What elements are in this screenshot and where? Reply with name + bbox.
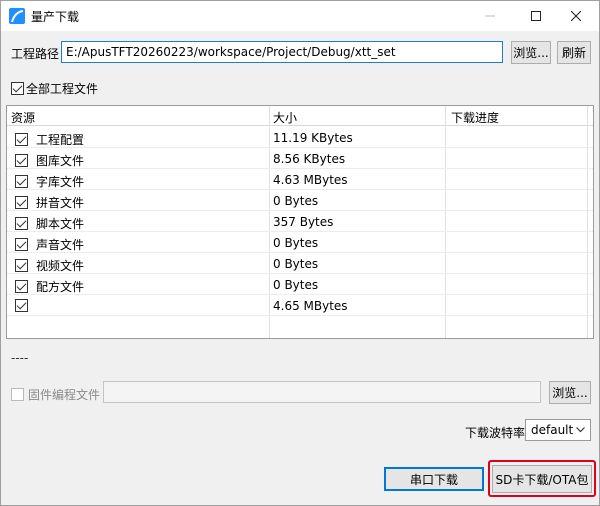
sd-card-download-button[interactable]: SD卡下载/OTA包 [492, 465, 592, 493]
row-check-icon[interactable] [15, 238, 28, 251]
resource-size: 0 Bytes [273, 278, 319, 292]
resource-size: 11.19 KBytes [273, 131, 353, 145]
project-browse-button[interactable]: 浏览... [511, 41, 551, 64]
row-check-icon[interactable] [15, 154, 28, 167]
resource-name: 图库文件 [36, 154, 85, 168]
table-row[interactable]: 4.65 MBytes [7, 295, 593, 316]
status-text: ---- [11, 351, 29, 365]
firmware-check-icon [11, 388, 24, 401]
all-files-label: 全部工程文件 [26, 82, 99, 96]
window-title: 量产下载 [31, 10, 80, 24]
chevron-down-icon [576, 427, 585, 433]
serial-download-button[interactable]: 串口下载 [384, 467, 484, 491]
table-row[interactable]: 配方文件 0 Bytes [7, 274, 593, 295]
table-row[interactable]: 工程配置 11.19 KBytes [7, 127, 593, 148]
baud-rate-select[interactable]: default [525, 419, 591, 441]
row-check-icon[interactable] [15, 133, 28, 146]
resource-size: 8.56 KBytes [273, 152, 346, 166]
maximize-icon [531, 11, 541, 21]
project-path-label: 工程路径 [11, 47, 60, 61]
firmware-browse-button[interactable]: 浏览... [549, 381, 591, 404]
table-row[interactable]: 脚本文件 357 Bytes [7, 211, 593, 232]
refresh-button[interactable]: 刷新 [557, 41, 591, 64]
resource-name: 拼音文件 [36, 196, 85, 210]
close-button[interactable] [553, 1, 599, 31]
baud-rate-value: default [531, 423, 574, 437]
title-bar: 量产下载 [1, 1, 599, 31]
resource-name: 声音文件 [36, 238, 85, 252]
resource-size: 0 Bytes [273, 236, 319, 250]
table-header: 资源 大小 下载进度 [7, 106, 593, 126]
app-logo-icon [9, 8, 25, 24]
resource-name: 配方文件 [36, 280, 85, 294]
resource-size: 0 Bytes [273, 257, 319, 271]
table-row[interactable]: 声音文件 0 Bytes [7, 232, 593, 253]
row-check-icon[interactable] [15, 280, 28, 293]
all-files-check-icon [11, 82, 24, 95]
resource-table: 资源 大小 下载进度 工程配置 11.19 KBytes 图库文件 8.56 K… [6, 105, 594, 339]
row-check-icon[interactable] [15, 299, 28, 312]
resource-size: 4.63 MBytes [273, 173, 348, 187]
minimize-icon [485, 15, 495, 17]
resource-size: 0 Bytes [273, 194, 319, 208]
resource-name: 工程配置 [36, 133, 85, 147]
download-window: 量产下载 工程路径 E:/ApusTFT20260223/workspace/P… [0, 0, 600, 506]
column-header-resource: 资源 [11, 111, 36, 125]
row-check-icon[interactable] [15, 259, 28, 272]
table-row[interactable]: 字库文件 4.63 MBytes [7, 169, 593, 190]
all-files-checkbox[interactable]: 全部工程文件 [11, 80, 98, 97]
resource-name: 字库文件 [36, 175, 85, 189]
firmware-checkbox[interactable]: 固件编程文件 [11, 386, 100, 403]
row-check-icon[interactable] [15, 196, 28, 209]
table-row[interactable]: 图库文件 8.56 KBytes [7, 148, 593, 169]
minimize-button[interactable] [467, 1, 513, 31]
resource-size: 4.65 MBytes [273, 299, 348, 313]
resource-size: 357 Bytes [273, 215, 334, 229]
firmware-path-input[interactable] [103, 381, 541, 403]
firmware-label: 固件编程文件 [28, 388, 101, 402]
resource-name: 脚本文件 [36, 217, 85, 231]
resource-name: 视频文件 [36, 259, 85, 273]
project-path-input[interactable]: E:/ApusTFT20260223/workspace/Project/Deb… [61, 41, 503, 63]
close-icon [571, 11, 581, 21]
baud-rate-label: 下载波特率 [465, 426, 526, 440]
table-row[interactable]: 拼音文件 0 Bytes [7, 190, 593, 211]
table-row[interactable]: 视频文件 0 Bytes [7, 253, 593, 274]
column-header-progress: 下载进度 [451, 111, 500, 125]
row-check-icon[interactable] [15, 175, 28, 188]
row-check-icon[interactable] [15, 217, 28, 230]
column-header-size: 大小 [273, 111, 298, 125]
